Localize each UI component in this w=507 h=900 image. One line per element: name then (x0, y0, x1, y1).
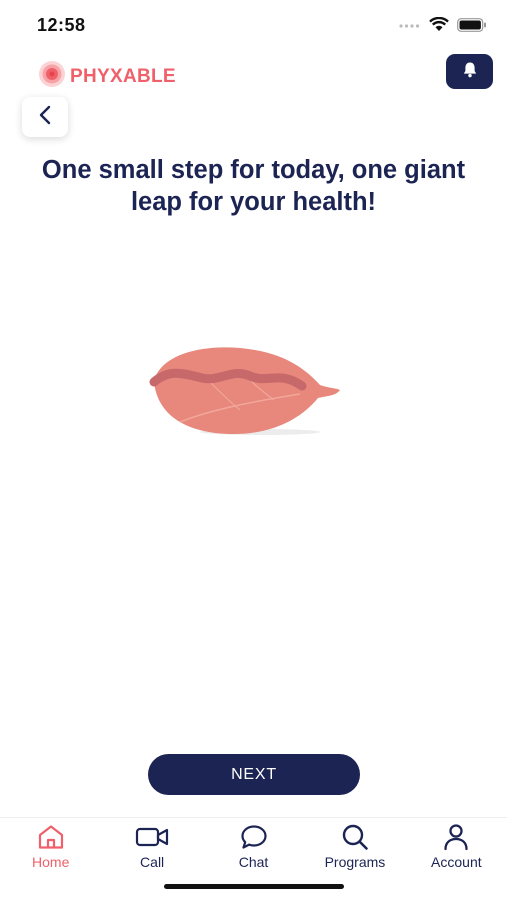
app-header: PHYXABLE (0, 50, 507, 94)
person-icon (443, 823, 469, 851)
status-bar: 12:58 (0, 0, 507, 50)
tab-home[interactable]: Home (0, 818, 101, 877)
status-indicators (399, 16, 487, 37)
notifications-button[interactable] (446, 54, 493, 89)
chat-bubble-icon (240, 823, 268, 851)
brand-logo: PHYXABLE (38, 60, 176, 93)
tab-label: Chat (238, 854, 269, 870)
tab-call[interactable]: Call (101, 818, 202, 877)
home-icon (37, 823, 65, 851)
video-icon (135, 823, 169, 851)
tab-label: Call (140, 854, 165, 870)
tab-account[interactable]: Account (406, 818, 507, 877)
tab-label: Account (431, 854, 482, 870)
status-time: 12:58 (37, 15, 86, 35)
next-button[interactable]: NEXT (148, 754, 360, 795)
chevron-left-icon (38, 105, 52, 130)
brand-name: PHYXABLE (70, 65, 176, 87)
battery-icon (457, 17, 487, 37)
tab-chat[interactable]: Chat (203, 818, 304, 877)
leaf-illustration (140, 330, 350, 450)
back-button[interactable] (22, 97, 68, 137)
tab-programs[interactable]: Programs (304, 818, 405, 877)
bell-icon (462, 61, 478, 83)
home-indicator (164, 884, 344, 889)
bottom-tab-bar: Home Call Chat Programs Account (0, 817, 507, 877)
wifi-icon (429, 16, 449, 37)
tab-label: Programs (324, 854, 386, 870)
tab-label: Home (32, 854, 70, 870)
page-headline: One small step for today, one giant leap… (41, 156, 466, 216)
search-icon (341, 823, 369, 851)
signal-icon (399, 18, 421, 36)
logo-icon (38, 60, 66, 93)
